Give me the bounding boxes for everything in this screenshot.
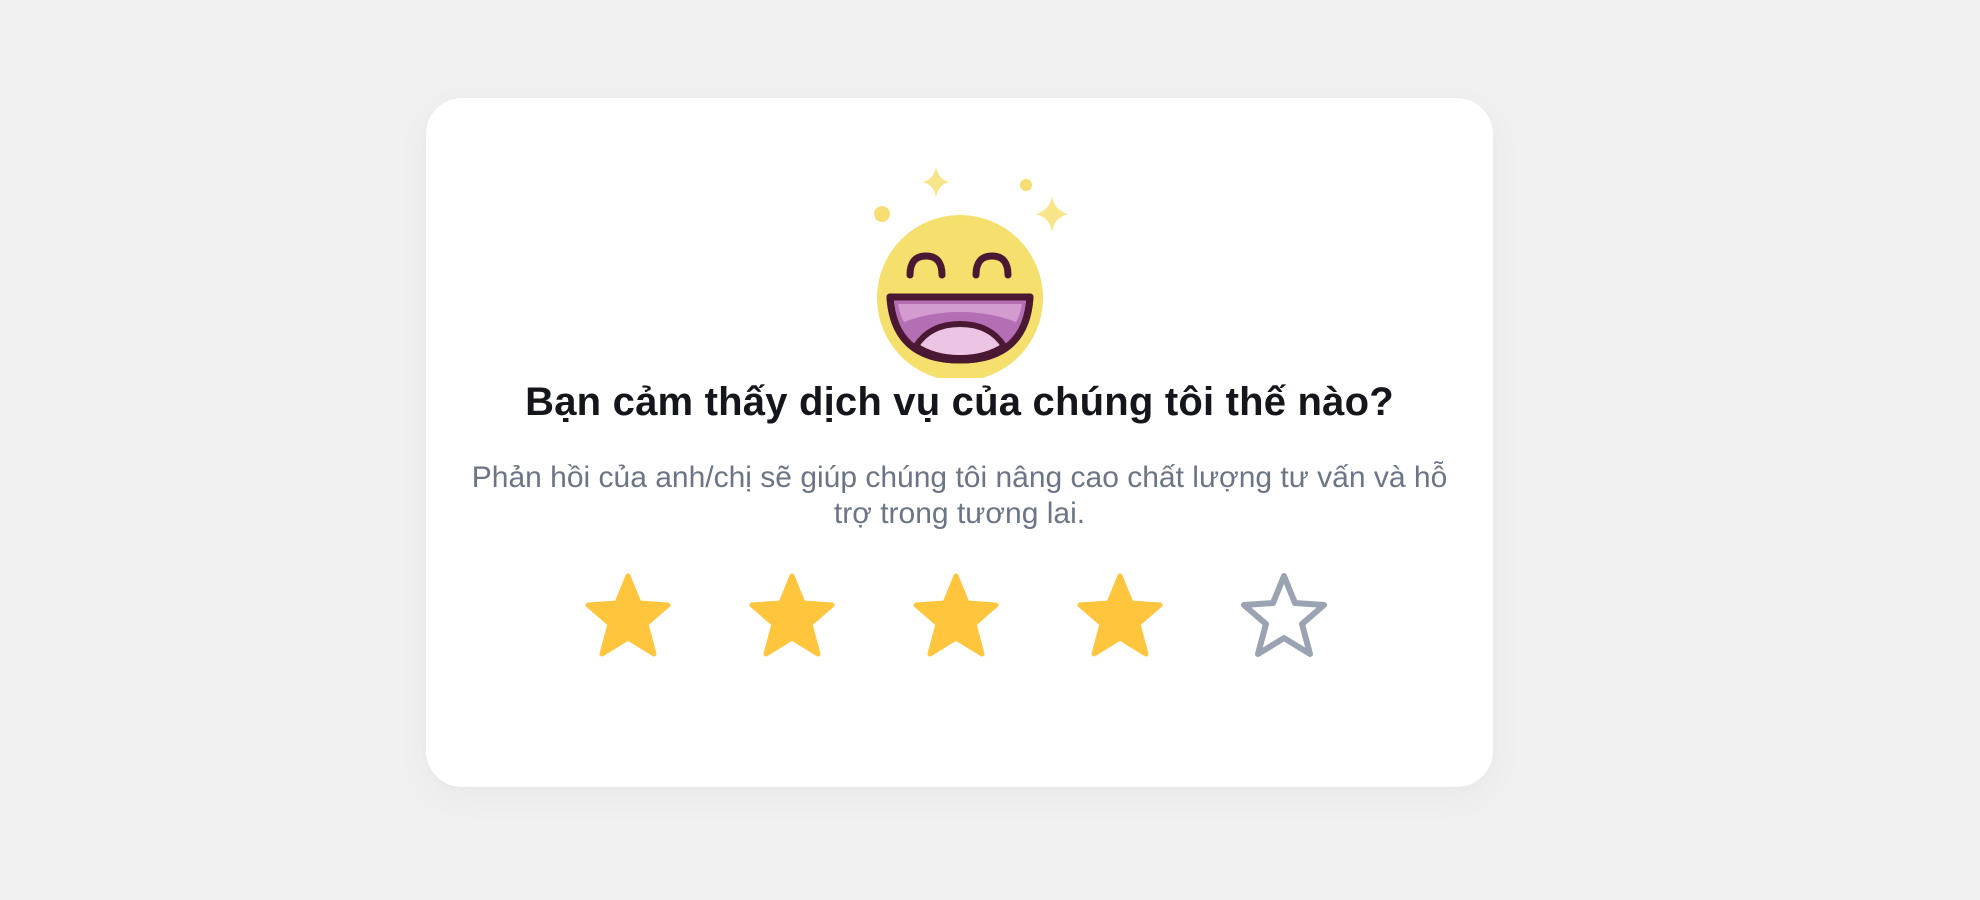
star-filled-icon: [585, 573, 671, 657]
star-3-button[interactable]: [906, 568, 1006, 668]
star-5-button[interactable]: [1234, 568, 1334, 668]
star-1-button[interactable]: [578, 568, 678, 668]
star-filled-icon: [749, 573, 835, 657]
rating-question-title: Bạn cảm thấy dịch vụ của chúng tôi thế n…: [525, 380, 1394, 424]
star-4-button[interactable]: [1070, 568, 1170, 668]
rating-description: Phản hồi của anh/chị sẽ giúp chúng tôi n…: [471, 461, 1448, 530]
star-rating: [426, 568, 1493, 668]
star-filled-icon: [913, 573, 999, 657]
star-outline-icon: [1241, 573, 1327, 657]
laughing-face-icon: [840, 128, 1080, 378]
star-2-button[interactable]: [742, 568, 842, 668]
star-filled-icon: [1077, 573, 1163, 657]
rating-card: Bạn cảm thấy dịch vụ của chúng tôi thế n…: [426, 98, 1493, 787]
